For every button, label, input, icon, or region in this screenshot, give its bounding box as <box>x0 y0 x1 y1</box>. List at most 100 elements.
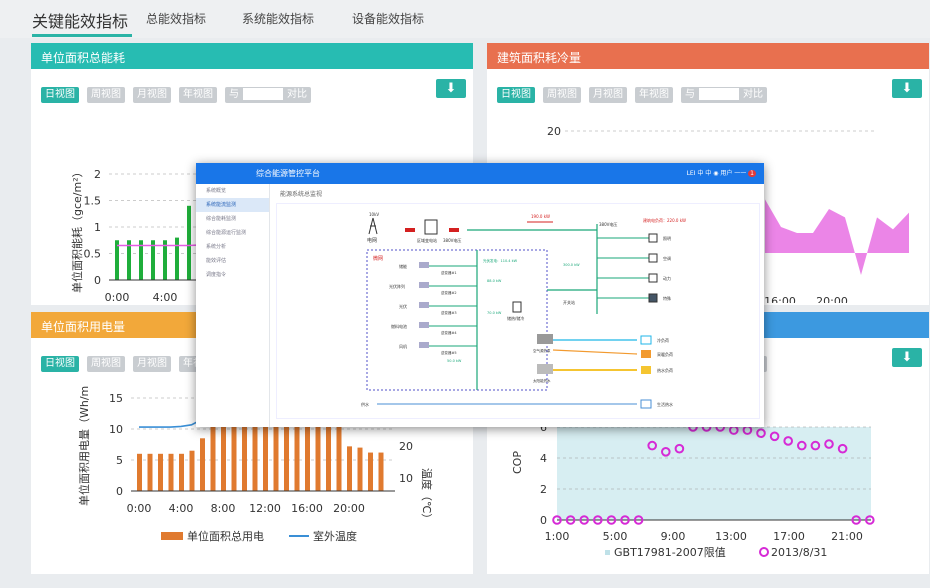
y-tick-label: 0.5 <box>84 248 102 261</box>
load-power: 动力 <box>597 273 671 283</box>
compare-picker[interactable]: 与 对比 <box>225 87 311 103</box>
bar <box>137 453 142 491</box>
week-view-button[interactable]: 周视图 <box>87 356 125 372</box>
week-view-button[interactable]: 周视图 <box>543 87 581 103</box>
download-icon[interactable]: ⬇ <box>436 79 466 98</box>
x-tick-label: 5:00 <box>603 530 628 543</box>
sidebar-item-overview[interactable]: 系统概览 <box>196 184 269 198</box>
tab-device-efficiency[interactable]: 设备能效指标 <box>352 10 424 27</box>
domestic-water-label: 生活热水 <box>657 401 673 407</box>
download-icon[interactable]: ⬇ <box>892 79 922 98</box>
energy-flow-diagram: 10kV 电网 区域变电站 380V电压 190.0 kW 380V电压 建筑电… <box>276 203 760 419</box>
source-row: 光伏阵列逆变器#2 <box>389 282 477 295</box>
day-view-button[interactable]: 日视图 <box>497 87 535 103</box>
sidebar-item-energy-flow[interactable]: 系统能流监测 <box>196 198 269 212</box>
chiller-icon <box>537 334 553 344</box>
storage-label: 储热/储冷 <box>507 315 524 321</box>
y-tick-label: 1.5 <box>84 195 102 208</box>
month-view-button[interactable]: 月视图 <box>589 87 627 103</box>
bar <box>294 424 300 491</box>
heat-load-icon <box>641 350 651 358</box>
x-tick-label: 16:00 <box>764 295 796 303</box>
sidebar-item-analysis[interactable]: 系统分析 <box>196 240 269 254</box>
grid-label: 电网 <box>367 237 377 244</box>
hot-water-load-label: 热水负荷 <box>657 367 673 373</box>
y2-tick-label: 20 <box>399 440 413 453</box>
heat-load-label: 采暖负荷 <box>657 351 673 357</box>
bar <box>273 424 279 491</box>
bus-label-left: 380V电压 <box>443 237 461 243</box>
source-label: 风机 <box>399 343 407 349</box>
month-view-button[interactable]: 月视图 <box>133 356 171 372</box>
sidebar-item-dispatch[interactable]: 调度指令 <box>196 268 269 282</box>
y-axis-label: 单位面积能耗（gce/m²） <box>70 166 84 293</box>
page-title: 关键能效指标 <box>32 12 129 31</box>
bar <box>179 453 184 491</box>
y-tick-label: 0 <box>116 485 123 498</box>
bar <box>158 453 163 491</box>
station-breaker <box>449 228 459 232</box>
y-tick-label: 20 <box>547 125 561 138</box>
month-view-button[interactable]: 月视图 <box>133 87 171 103</box>
bar <box>187 205 191 280</box>
window-title: 综合能源管控平台 <box>256 169 320 178</box>
y-tick-label: 2 <box>94 168 101 181</box>
download-icon[interactable]: ⬇ <box>892 348 922 367</box>
source-row: 风机逆变器#5 <box>399 342 477 355</box>
x-tick-label: 0:00 <box>105 291 130 303</box>
tab-total-efficiency[interactable]: 总能效指标 <box>146 10 206 27</box>
bar <box>175 237 179 280</box>
x-tick-label: 8:00 <box>211 502 236 515</box>
header-user-area[interactable]: LEI 中 中 ◉ 用户 一一 1 <box>687 163 756 184</box>
bar <box>168 453 174 491</box>
legend-label: 室外温度 <box>313 529 357 543</box>
transformer-label: 10kV <box>369 212 379 217</box>
x-tick-label: 20:00 <box>816 295 848 303</box>
bar <box>210 425 216 491</box>
compare-date-input[interactable] <box>243 88 283 100</box>
source-label: 燃料电池 <box>391 323 407 329</box>
grid-tower-icon <box>368 217 378 235</box>
source-label: 光伏 <box>399 303 407 309</box>
week-view-button[interactable]: 周视图 <box>87 87 125 103</box>
sidebar-item-efficiency[interactable]: 能效评估 <box>196 254 269 268</box>
day-view-button[interactable]: 日视图 <box>41 356 79 372</box>
header-user-text: LEI 中 中 ◉ 用户 一一 <box>686 170 747 177</box>
x-tick-label: 1:00 <box>545 530 570 543</box>
bar <box>315 424 321 491</box>
storage-icon <box>512 301 522 313</box>
year-view-button[interactable]: 年视图 <box>179 87 217 103</box>
source-icon <box>419 282 429 288</box>
y-tick-label: 15 <box>109 392 123 405</box>
x-tick-label: 4:00 <box>153 291 178 303</box>
y2-axis-label: 温度（℃） <box>420 468 434 524</box>
x-tick-label: 16:00 <box>291 502 323 515</box>
bar <box>378 452 384 491</box>
bar <box>221 424 226 491</box>
sidebar-item-consumption[interactable]: 综合能耗监测 <box>196 212 269 226</box>
y-tick-label: 5 <box>116 454 123 467</box>
compare-suffix: 对比 <box>287 89 307 100</box>
source-label: 光伏阵列 <box>389 283 405 289</box>
inverter-label: 逆变器#4 <box>441 330 457 335</box>
sidebar-item-operation[interactable]: 综合能源运行监测 <box>196 226 269 240</box>
y-tick-label: 10 <box>109 423 123 436</box>
load-label: 特殊 <box>663 295 671 301</box>
compare-date-input[interactable] <box>699 88 739 100</box>
view-toggle: 日视图周视图月视图年视图 与 对比 <box>497 82 767 103</box>
y2-tick-label: 10 <box>399 472 413 485</box>
x-tick-label: 13:00 <box>715 530 747 543</box>
compare-picker[interactable]: 与 对比 <box>681 87 767 103</box>
bar <box>368 452 373 491</box>
load-lighting: 照明 <box>597 233 671 243</box>
legend-label: GBT17981-2007限值 <box>614 546 726 559</box>
bar <box>252 424 258 491</box>
day-view-button[interactable]: 日视图 <box>41 87 79 103</box>
energy-flow-svg: 10kV 电网 区域变电站 380V电压 190.0 kW 380V电压 建筑电… <box>361 212 686 409</box>
compare-prefix: 与 <box>229 89 239 100</box>
tab-system-efficiency[interactable]: 系统能效指标 <box>242 10 314 27</box>
year-view-button[interactable]: 年视图 <box>635 87 673 103</box>
flow-value: 50.0 kW <box>447 359 462 363</box>
bar <box>263 424 268 491</box>
legend-swatch <box>759 547 769 557</box>
